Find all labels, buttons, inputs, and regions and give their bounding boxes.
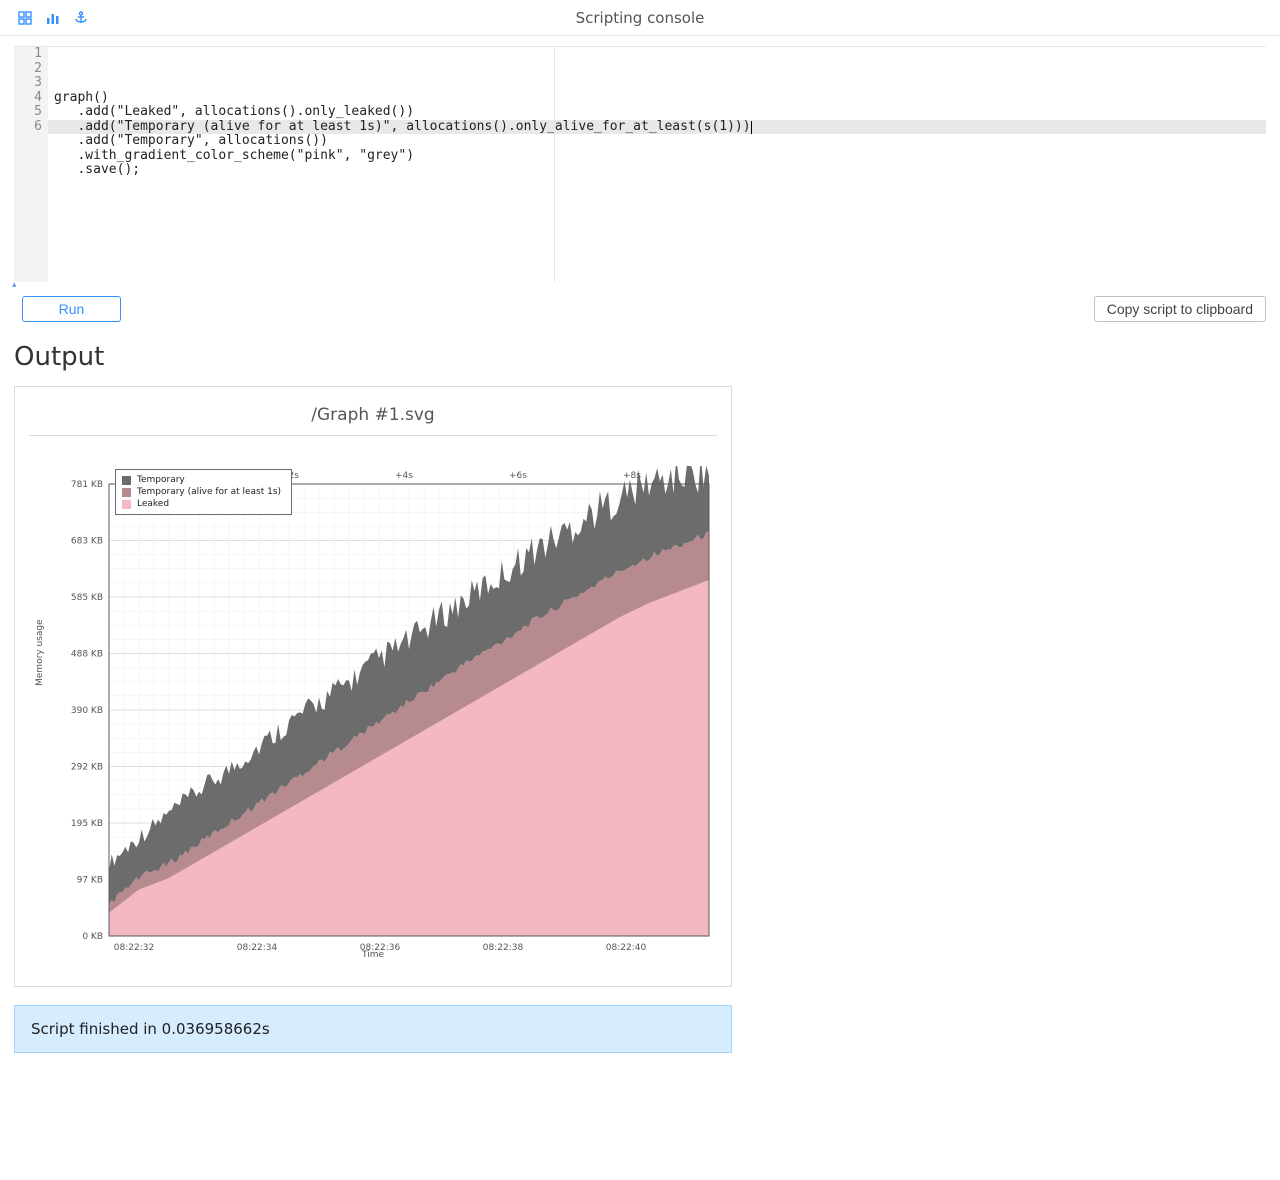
svg-text:585 KB: 585 KB xyxy=(71,593,103,603)
output-card: /Graph #1.svg 0 KB 97 KB 195 KB 292 KB 390 K… xyxy=(14,386,732,987)
svg-text:+6s: +6s xyxy=(509,471,527,481)
line-gutter: 123456 xyxy=(14,47,48,282)
chart-legend: TemporaryTemporary (alive for at least 1… xyxy=(115,469,292,515)
svg-text:195 KB: 195 KB xyxy=(71,819,103,829)
y-axis-label: Memory usage xyxy=(35,619,45,686)
graph-filename: /Graph #1.svg xyxy=(29,405,717,425)
svg-text:+4s: +4s xyxy=(395,471,413,481)
anchor-icon[interactable] xyxy=(74,11,88,25)
svg-text:97 KB: 97 KB xyxy=(77,876,103,886)
run-button[interactable]: Run xyxy=(22,296,121,322)
output-heading: Output xyxy=(14,342,1280,372)
split-divider xyxy=(554,47,555,282)
divider xyxy=(29,435,717,436)
status-message: Script finished in 0.036958662s xyxy=(14,1005,732,1053)
svg-text:390 KB: 390 KB xyxy=(71,706,103,716)
grid-icon[interactable] xyxy=(18,11,32,25)
svg-text:0 KB: 0 KB xyxy=(82,932,103,942)
svg-text:292 KB: 292 KB xyxy=(71,763,103,773)
svg-text:488 KB: 488 KB xyxy=(71,650,103,660)
memory-chart: 0 KB 97 KB 195 KB 292 KB 390 KB 488 KB 585 KB 6… xyxy=(29,466,717,964)
chart-icon[interactable] xyxy=(46,11,60,25)
svg-text:+8s: +8s xyxy=(623,471,641,481)
code-editor[interactable]: 123456 graph() .add("Leaked", allocation… xyxy=(14,46,1266,282)
code-content[interactable]: graph() .add("Leaked", allocations().onl… xyxy=(48,47,1266,282)
svg-text:781 KB: 781 KB xyxy=(71,480,103,490)
svg-text:683 KB: 683 KB xyxy=(71,537,103,547)
x-axis-label: Time xyxy=(29,950,717,960)
page-title: Scripting console xyxy=(0,9,1280,27)
copy-script-button[interactable]: Copy script to clipboard xyxy=(1094,296,1266,322)
